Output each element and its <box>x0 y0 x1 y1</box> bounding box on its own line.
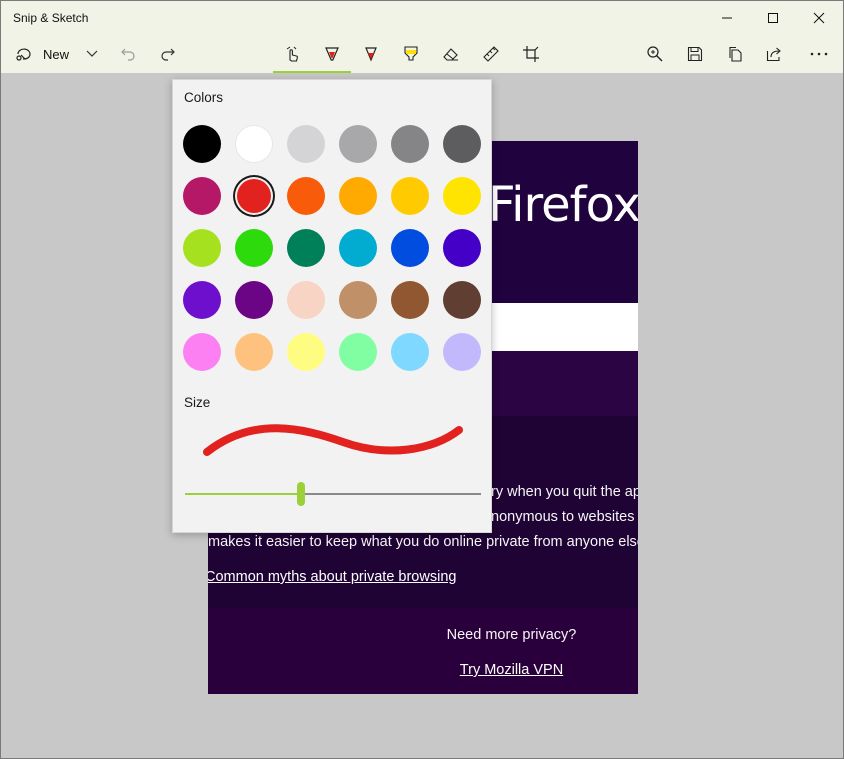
snip-and-sketch-window: Snip & Sketch New Firefox ry when you qu… <box>0 0 844 759</box>
ruler-icon <box>483 46 499 62</box>
color-swatch[interactable] <box>183 281 221 319</box>
color-swatch[interactable] <box>235 281 273 319</box>
active-tool-indicator <box>273 71 351 73</box>
canvas-info-line-2: nonymous to websites o <box>491 509 638 525</box>
color-swatch[interactable] <box>339 177 377 215</box>
color-swatch[interactable] <box>443 281 481 319</box>
canvas-brand-text: Firefox <box>488 177 638 233</box>
color-swatch[interactable] <box>183 125 221 163</box>
color-swatch[interactable] <box>391 177 429 215</box>
redo-button[interactable] <box>150 37 186 71</box>
maximize-button[interactable] <box>750 1 796 35</box>
color-swatch[interactable] <box>391 281 429 319</box>
color-swatch[interactable] <box>391 333 429 371</box>
new-dropdown-button[interactable] <box>74 37 110 71</box>
chevron-down-icon <box>86 50 98 57</box>
title-bar: Snip & Sketch <box>1 1 843 37</box>
color-swatch[interactable] <box>287 125 325 163</box>
size-slider-thumb[interactable] <box>297 482 305 506</box>
snip-icon <box>16 48 31 61</box>
color-swatch[interactable] <box>235 125 273 163</box>
color-swatch[interactable] <box>235 229 273 267</box>
close-button[interactable] <box>796 1 842 35</box>
copy-button[interactable] <box>717 37 753 71</box>
undo-icon <box>121 48 135 61</box>
highlighter-button[interactable] <box>393 37 429 71</box>
color-swatch[interactable] <box>287 281 325 319</box>
size-slider-fill <box>185 493 302 495</box>
color-swatch[interactable] <box>391 125 429 163</box>
color-swatch[interactable] <box>287 177 325 215</box>
save-icon <box>687 46 703 62</box>
color-swatch[interactable] <box>339 333 377 371</box>
touch-writing-icon <box>286 46 298 62</box>
new-snip-button[interactable]: New <box>9 37 79 71</box>
canvas-footer <box>208 608 638 694</box>
stroke-preview <box>203 424 463 456</box>
toolbar: New <box>1 35 843 73</box>
color-swatch[interactable] <box>443 125 481 163</box>
pencil-button[interactable] <box>353 37 389 71</box>
color-swatch[interactable] <box>443 333 481 371</box>
color-swatch[interactable] <box>287 333 325 371</box>
ballpoint-pen-icon <box>325 47 339 61</box>
canvas-vpn-link: Try Mozilla VPN <box>459 662 564 678</box>
ruler-button[interactable] <box>473 37 509 71</box>
share-button[interactable] <box>757 37 793 71</box>
crop-button[interactable] <box>513 37 549 71</box>
copy-icon <box>729 46 742 62</box>
color-swatch[interactable] <box>235 333 273 371</box>
color-swatch[interactable] <box>287 229 325 267</box>
ballpoint-pen-button[interactable] <box>314 37 350 71</box>
minimize-button[interactable] <box>704 1 750 35</box>
app-title: Snip & Sketch <box>13 11 89 25</box>
color-swatch[interactable] <box>183 333 221 371</box>
close-icon <box>813 12 825 24</box>
color-swatch[interactable] <box>443 229 481 267</box>
color-swatch[interactable] <box>391 229 429 267</box>
more-icon <box>810 52 828 56</box>
color-swatch[interactable] <box>183 177 221 215</box>
color-swatch[interactable] <box>339 125 377 163</box>
color-swatch[interactable] <box>183 229 221 267</box>
maximize-icon <box>768 13 778 23</box>
minimize-icon <box>722 17 732 19</box>
crop-icon <box>523 46 539 62</box>
pencil-icon <box>365 47 377 62</box>
color-swatch[interactable] <box>443 177 481 215</box>
color-swatch[interactable] <box>339 229 377 267</box>
eraser-icon <box>443 48 458 61</box>
canvas-info-line-3: makes it easier to keep what you do onli… <box>208 534 638 550</box>
zoom-button[interactable] <box>637 37 673 71</box>
see-more-button[interactable] <box>801 37 837 71</box>
share-icon <box>766 47 781 62</box>
canvas-need-privacy: Need more privacy? <box>446 627 577 643</box>
size-heading: Size <box>184 395 211 410</box>
new-label: New <box>43 46 70 62</box>
zoom-icon <box>647 46 663 62</box>
colors-heading: Colors <box>184 90 224 105</box>
canvas-info-line-1: ry when you quit the ap <box>491 484 638 500</box>
undo-button[interactable] <box>110 37 146 71</box>
pen-settings-flyout: Colors Size <box>172 79 492 533</box>
color-swatch[interactable] <box>237 179 271 213</box>
color-swatch[interactable] <box>339 281 377 319</box>
eraser-button[interactable] <box>433 37 469 71</box>
touch-writing-button[interactable] <box>274 37 310 71</box>
canvas-myths-link: Common myths about private browsing <box>208 569 457 585</box>
highlighter-icon <box>404 46 418 61</box>
redo-icon <box>161 48 175 61</box>
save-button[interactable] <box>677 37 713 71</box>
size-slider-track[interactable] <box>302 493 481 495</box>
